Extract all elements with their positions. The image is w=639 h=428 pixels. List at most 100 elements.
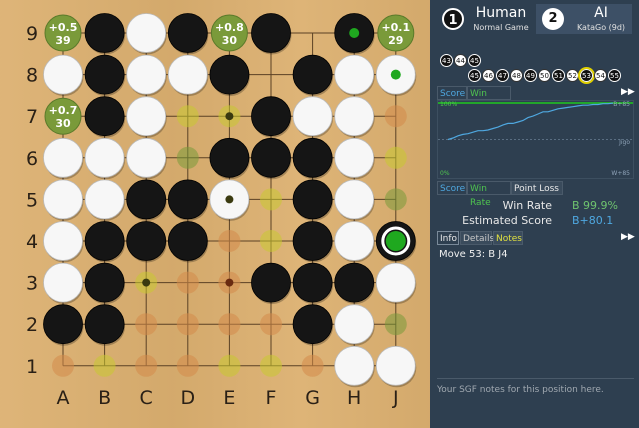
white-stone[interactable] (126, 13, 167, 53)
black-stone[interactable] (292, 137, 333, 178)
white-stone[interactable] (84, 179, 125, 220)
player-black-card[interactable]: 1 Human Normal Game (436, 4, 532, 34)
white-stone[interactable] (334, 304, 375, 345)
move-hint[interactable] (218, 230, 241, 252)
move-hint[interactable] (176, 146, 199, 169)
black-stone[interactable] (292, 221, 333, 261)
move-hint[interactable] (52, 354, 74, 377)
move-hint[interactable] (176, 313, 199, 336)
white-stone[interactable] (43, 179, 83, 220)
move-hint[interactable] (384, 313, 407, 336)
move-node[interactable]: 48 (510, 69, 523, 82)
white-stone[interactable] (334, 221, 375, 261)
black-stone[interactable] (84, 221, 125, 261)
white-stone[interactable] (84, 137, 125, 178)
white-stone[interactable] (334, 137, 375, 178)
black-stone[interactable] (251, 13, 291, 53)
black-stone[interactable] (84, 54, 125, 95)
move-hint[interactable] (384, 105, 407, 128)
white-stone[interactable] (43, 262, 83, 303)
score-value: B+80.1 (572, 214, 614, 227)
move-hint[interactable] (260, 230, 282, 252)
white-stone[interactable] (334, 345, 375, 386)
move-hint[interactable] (218, 313, 241, 336)
move-hint[interactable] (218, 354, 241, 377)
tab-details[interactable]: Details (460, 231, 494, 245)
move-node[interactable]: 44 (454, 54, 467, 67)
player-white-card[interactable]: 2 AI KataGo (9d) (536, 4, 632, 34)
move-node[interactable]: 52 (566, 69, 579, 82)
white-stone[interactable] (292, 96, 333, 137)
move-node[interactable]: 54 (594, 69, 607, 82)
move-hint[interactable] (135, 354, 158, 377)
move-hint[interactable] (260, 313, 282, 336)
white-stone[interactable] (334, 179, 375, 220)
black-stone[interactable] (251, 262, 291, 303)
black-stone[interactable] (209, 137, 250, 178)
move-tree[interactable]: 43 44 45 45 46 47 48 49 50 51 52 53 54 55 (436, 50, 636, 86)
move-hint[interactable] (176, 105, 199, 128)
black-stone[interactable] (167, 221, 208, 261)
white-stone[interactable] (375, 262, 416, 303)
move-hint[interactable] (176, 271, 199, 294)
hint-dot (142, 278, 151, 287)
tab-info[interactable]: Info (437, 231, 459, 245)
black-stone[interactable] (167, 179, 208, 220)
move-hint[interactable] (260, 354, 282, 377)
white-stone[interactable] (126, 137, 167, 178)
white-stone[interactable] (126, 96, 167, 137)
black-stone[interactable] (167, 13, 208, 53)
black-stone[interactable] (292, 179, 333, 220)
move-hint[interactable] (384, 188, 407, 211)
black-stone[interactable] (126, 179, 167, 220)
white-stone[interactable] (375, 345, 416, 386)
move-hint[interactable] (135, 313, 158, 336)
tab-graph-winrate[interactable]: Win Rate (467, 86, 511, 113)
move-hint[interactable] (93, 354, 116, 377)
black-stone[interactable] (43, 304, 83, 345)
tab-winrate[interactable]: Win Rate (467, 181, 511, 208)
black-stone[interactable] (292, 54, 333, 95)
move-node[interactable]: 49 (524, 69, 537, 82)
white-stone[interactable] (334, 96, 375, 137)
black-stone[interactable] (251, 137, 291, 178)
white-stone[interactable] (43, 137, 83, 178)
black-stone[interactable] (209, 54, 250, 95)
expand-notes-arrow-icon[interactable]: ▶▶ (621, 232, 635, 242)
sgf-notes-field[interactable]: Your SGF notes for this position here. (437, 378, 634, 428)
black-stone[interactable] (84, 262, 125, 303)
black-stone[interactable] (334, 262, 375, 303)
move-node[interactable]: 55 (608, 69, 621, 82)
white-stone[interactable] (334, 54, 375, 95)
black-stone[interactable] (251, 96, 291, 137)
tab-point-loss[interactable]: Point Loss (511, 181, 563, 195)
black-stone[interactable] (292, 262, 333, 303)
move-node[interactable]: 50 (538, 69, 551, 82)
move-info: Move 53: B J4 (439, 249, 508, 260)
move-node[interactable]: 53 (578, 67, 595, 84)
move-hint[interactable] (260, 188, 282, 211)
tab-score[interactable]: Score (437, 181, 467, 195)
move-node[interactable]: 43 (440, 54, 453, 67)
expand-arrow-icon[interactable]: ▶▶ (621, 87, 635, 97)
move-node[interactable]: 47 (496, 69, 509, 82)
white-stone[interactable] (43, 221, 83, 261)
black-stone[interactable] (292, 304, 333, 345)
tab-graph-score[interactable]: Score (437, 86, 467, 100)
black-stone[interactable] (84, 96, 125, 137)
move-node[interactable]: 51 (552, 69, 565, 82)
move-node[interactable]: 45 (468, 69, 481, 82)
move-hint[interactable] (301, 354, 324, 377)
white-stone[interactable] (167, 54, 208, 95)
go-board[interactable]: A B C D E F G H J987654321+0.539+0.830+0.129+0.7… (0, 0, 430, 428)
white-stone[interactable] (126, 54, 167, 95)
move-hint[interactable] (176, 354, 199, 377)
tab-notes[interactable]: Notes (493, 231, 523, 245)
move-hint[interactable] (384, 146, 407, 169)
move-node[interactable]: 45 (468, 54, 481, 67)
white-stone[interactable] (43, 54, 83, 95)
black-stone[interactable] (126, 221, 167, 261)
black-stone[interactable] (84, 13, 125, 53)
black-stone[interactable] (84, 304, 125, 345)
move-node[interactable]: 46 (482, 69, 495, 82)
